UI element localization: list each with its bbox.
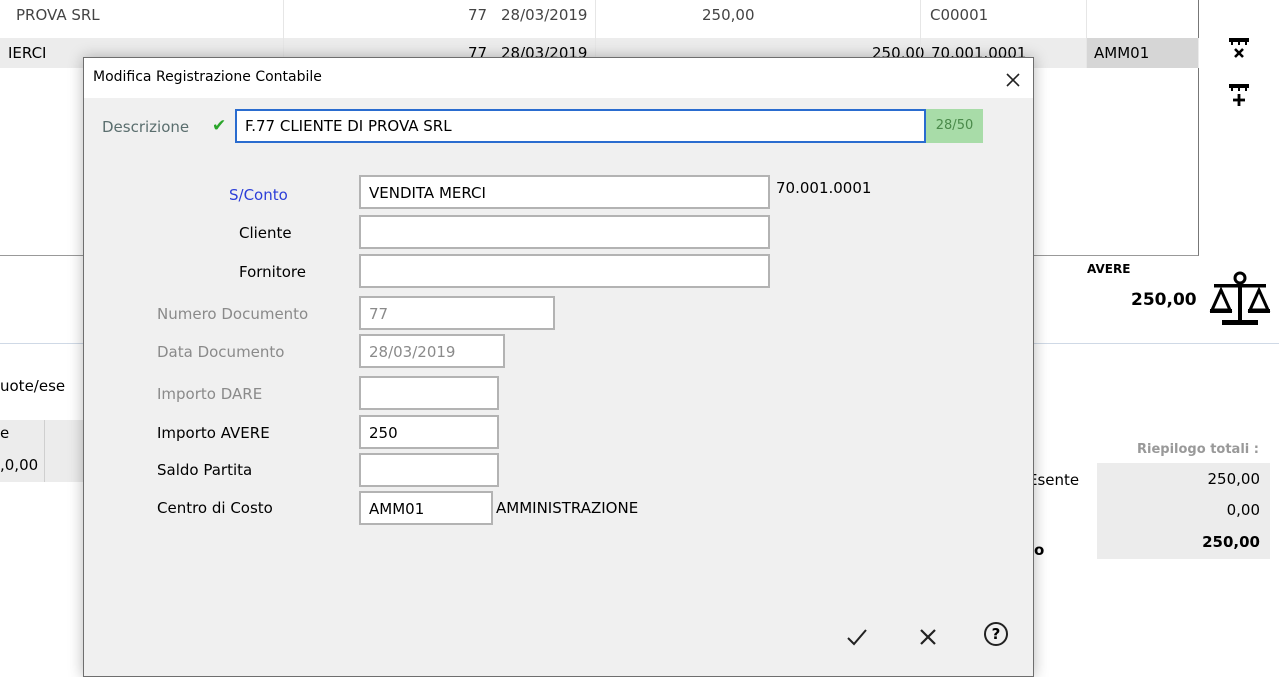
importo-avere-input[interactable]: 250 [359, 415, 499, 449]
fornitore-input[interactable] [359, 254, 770, 288]
row-account: C00001 [930, 6, 989, 24]
cliente-label: Cliente [239, 224, 292, 242]
riepilogo-total-value: 250,00 [1202, 533, 1260, 551]
sconto-label[interactable]: S/Conto [229, 186, 288, 204]
centro-di-costo-input[interactable]: AMM01 [359, 491, 493, 525]
confirm-button[interactable] [846, 616, 868, 654]
quote-esenzioni-tab[interactable]: uote/ese [0, 377, 65, 395]
column-divider [44, 420, 45, 482]
importo-dare-label: Importo DARE [157, 385, 263, 403]
riepilogo-totals: 250,00 0,00 250,00 [1097, 463, 1270, 559]
descrizione-char-counter: 28/50 [926, 109, 983, 143]
section-divider [0, 343, 85, 344]
table-row[interactable]: PROVA SRL 77 28/03/2019 250,00 C00001 [0, 0, 1199, 38]
saldo-partita-input[interactable] [359, 453, 499, 487]
balance-scale-icon [1208, 270, 1272, 328]
vat-summary-header: e [0, 424, 10, 442]
cancel-button[interactable] [918, 616, 938, 653]
row-description: PROVA SRL [16, 6, 100, 24]
row-number: 77 [468, 6, 488, 24]
riepilogo-value: 0,00 [1226, 501, 1260, 519]
sconto-code: 70.001.0001 [776, 179, 872, 197]
esente-label: Esente [1028, 471, 1080, 489]
data-documento-input[interactable]: 28/03/2019 [359, 334, 505, 368]
data-documento-label: Data Documento [157, 343, 285, 361]
importo-dare-input[interactable] [359, 376, 499, 410]
riepilogo-title: Riepilogo totali : [1137, 442, 1259, 457]
totale-label: o [1034, 541, 1045, 559]
sconto-input[interactable]: VENDITA MERCI [359, 175, 770, 209]
centro-di-costo-description: AMMINISTRAZIONE [496, 499, 639, 517]
descrizione-input[interactable]: F.77 CLIENTE DI PROVA SRL [235, 109, 926, 143]
add-row-icon[interactable] [1228, 82, 1250, 111]
avere-total-label: AVERE [1087, 262, 1131, 276]
row-dare: 250,00 [702, 6, 755, 24]
riepilogo-value: 250,00 [1207, 470, 1261, 488]
dialog-title: Modifica Registrazione Contabile [93, 69, 322, 85]
close-icon[interactable] [1005, 64, 1021, 94]
descrizione-label: Descrizione [102, 118, 190, 136]
check-icon: ✔ [212, 116, 227, 136]
cliente-input[interactable] [359, 215, 770, 249]
numero-documento-input[interactable]: 77 [359, 296, 555, 330]
saldo-partita-label: Saldo Partita [157, 461, 253, 479]
delete-row-icon[interactable] [1228, 36, 1250, 63]
row-description: IERCI [8, 44, 47, 62]
row-cost-center: AMM01 [1094, 44, 1150, 62]
numero-documento-label: Numero Documento [157, 305, 309, 323]
column-divider [1086, 0, 1087, 68]
centro-di-costo-label: Centro di Costo [157, 499, 273, 517]
edit-registration-dialog: Modifica Registrazione Contabile Descriz… [83, 57, 1034, 677]
section-divider [1034, 343, 1279, 344]
dialog-titlebar[interactable]: Modifica Registrazione Contabile [84, 58, 1033, 98]
row-date: 28/03/2019 [501, 6, 588, 24]
importo-avere-label: Importo AVERE [157, 424, 270, 442]
avere-total-value: 250,00 [1131, 290, 1197, 310]
fornitore-label: Fornitore [239, 263, 306, 281]
vat-summary-value: ,0,00 [0, 456, 39, 474]
help-button[interactable]: ? [984, 622, 1008, 646]
